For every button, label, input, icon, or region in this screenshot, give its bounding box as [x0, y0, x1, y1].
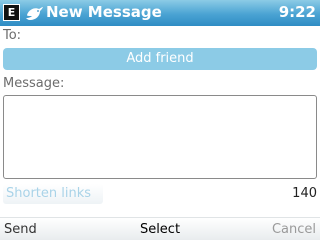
add-friend-button[interactable]: Add friend: [3, 48, 317, 70]
title-bar: E New Message 9:22: [0, 0, 320, 26]
page-title: New Message: [46, 3, 162, 21]
clock: 9:22: [278, 3, 316, 21]
shorten-links-button[interactable]: Shorten links: [3, 184, 103, 204]
character-count: 140: [292, 186, 317, 201]
message-input[interactable]: [3, 95, 317, 179]
cancel-softkey[interactable]: Cancel: [272, 222, 316, 237]
softkey-bar: Send Select Cancel: [0, 217, 320, 240]
app-badge-icon: E: [3, 4, 20, 21]
to-label: To:: [3, 28, 22, 43]
bird-icon: [26, 7, 43, 20]
app-badge-letter: E: [7, 6, 16, 19]
message-label: Message:: [3, 76, 65, 91]
